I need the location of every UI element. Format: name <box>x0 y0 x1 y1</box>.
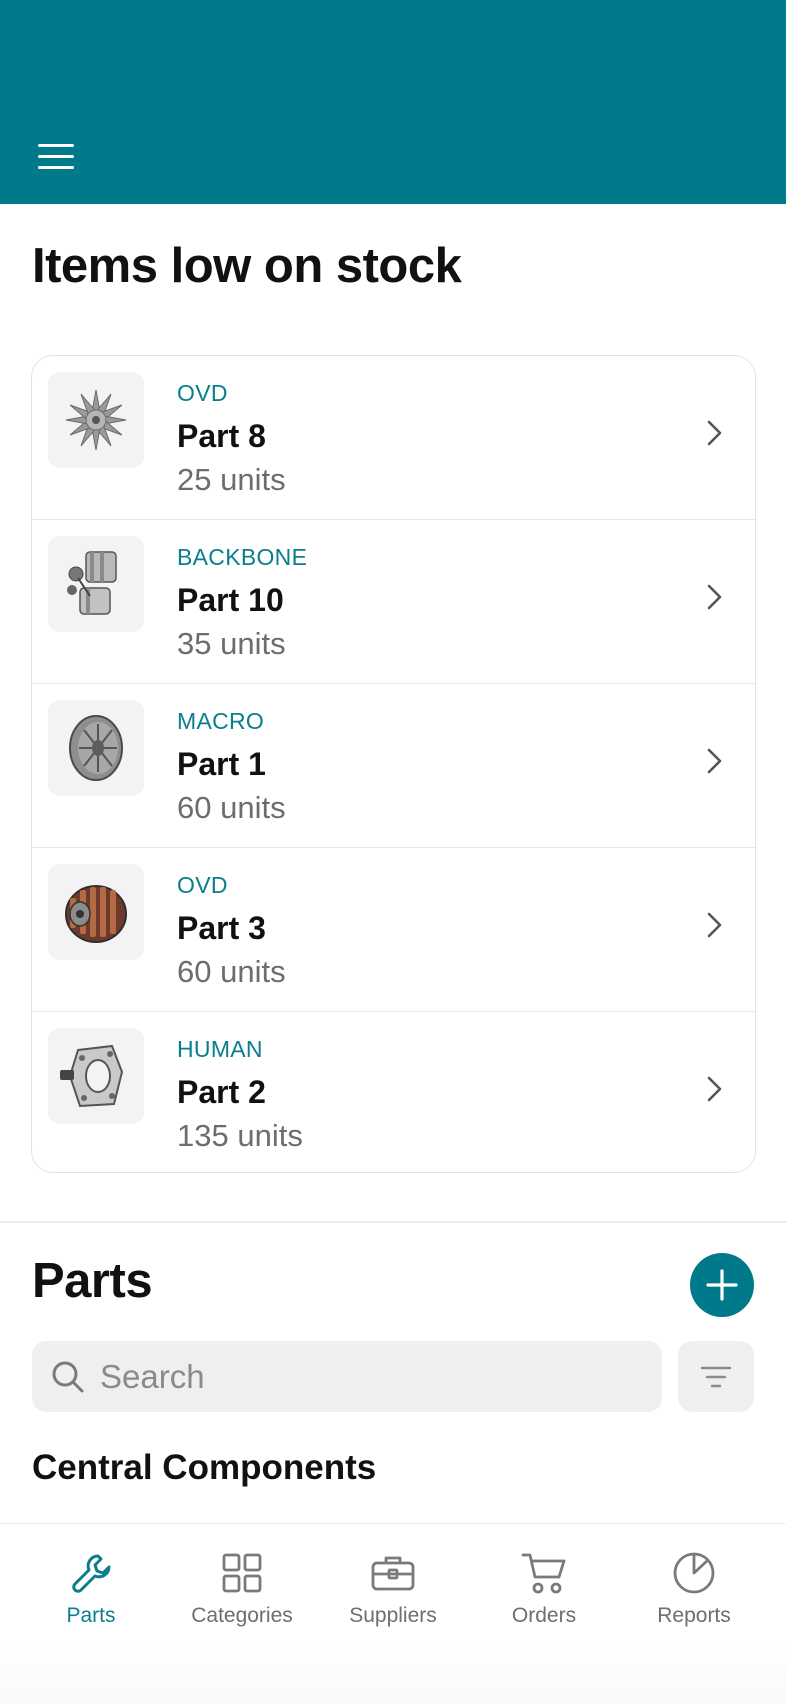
chevron-right-icon <box>707 420 722 446</box>
filter-icon <box>700 1366 732 1387</box>
list-item-text: MACRO Part 1 60 units <box>177 706 286 828</box>
search-bar <box>32 1341 662 1412</box>
chevron-right-icon <box>707 748 722 774</box>
list-item-text: OVD Part 3 60 units <box>177 870 286 992</box>
search-input[interactable] <box>100 1357 640 1396</box>
item-name: Part 1 <box>177 746 266 782</box>
cart-icon <box>521 1553 566 1594</box>
item-category: OVD <box>177 872 228 898</box>
top-app-bar <box>0 0 786 204</box>
low-stock-item-part-1[interactable]: MACRO Part 1 60 units <box>32 684 755 848</box>
nav-label: Reports <box>657 1604 731 1627</box>
item-name: Part 2 <box>177 1074 266 1110</box>
filter-button[interactable] <box>678 1341 754 1412</box>
list-item-text: OVD Part 8 25 units <box>177 378 286 500</box>
nav-label: Categories <box>191 1604 293 1627</box>
chevron-right-icon <box>707 912 722 938</box>
low-stock-item-part-10[interactable]: BACKBONE Part 10 35 units <box>32 520 755 684</box>
item-units: 60 units <box>177 790 286 825</box>
section-divider <box>0 1221 786 1223</box>
add-part-button[interactable] <box>690 1253 754 1317</box>
search-icon <box>52 1361 84 1392</box>
motor-assembly-icon <box>48 536 144 632</box>
item-category: MACRO <box>177 708 265 734</box>
nav-parts[interactable]: Parts <box>21 1550 161 1628</box>
item-units: 135 units <box>177 1118 303 1153</box>
nav-label: Suppliers <box>349 1604 437 1627</box>
nav-categories[interactable]: Categories <box>172 1550 312 1628</box>
bracket-part-icon <box>48 1028 144 1124</box>
low-stock-item-part-2[interactable]: HUMAN Part 2 135 units <box>32 1012 755 1172</box>
list-item-text: BACKBONE Part 10 35 units <box>177 542 307 664</box>
chevron-right-icon <box>707 584 722 610</box>
nav-suppliers[interactable]: Suppliers <box>323 1550 463 1628</box>
nav-label: Orders <box>511 1604 577 1627</box>
item-name: Part 8 <box>177 418 266 454</box>
item-category: BACKBONE <box>177 544 308 570</box>
list-item-text: HUMAN Part 2 135 units <box>177 1034 303 1156</box>
item-name: Part 3 <box>177 910 266 946</box>
chevron-right-icon <box>707 1076 722 1102</box>
item-name: Part 10 <box>177 582 284 618</box>
item-units: 35 units <box>177 626 286 661</box>
parts-group-title: Central Components <box>32 1448 377 1487</box>
plus-icon <box>706 1269 738 1301</box>
grid-icon <box>222 1553 262 1593</box>
low-stock-list: OVD Part 8 25 units BACKBONE Part 10 35 … <box>31 355 756 1173</box>
nav-reports[interactable]: Reports <box>624 1550 764 1628</box>
parts-title: Parts <box>32 1254 153 1308</box>
bottom-navigation: Parts Categories Suppliers Orders Report… <box>0 1523 786 1704</box>
rotor-part-icon <box>48 864 144 960</box>
wrench-icon <box>72 1554 111 1593</box>
app-screen: Items low on stock OVD Part 8 25 units B… <box>0 0 786 1704</box>
item-category: HUMAN <box>177 1036 263 1062</box>
item-units: 25 units <box>177 462 286 497</box>
disc-part-icon <box>48 700 144 796</box>
nav-label: Parts <box>66 1604 116 1627</box>
item-category: OVD <box>177 380 228 406</box>
low-stock-item-part-3[interactable]: OVD Part 3 60 units <box>32 848 755 1012</box>
pie-chart-icon <box>673 1552 715 1594</box>
low-stock-item-part-8[interactable]: OVD Part 8 25 units <box>32 356 755 520</box>
toolbox-icon <box>371 1556 415 1591</box>
hamburger-menu-icon[interactable] <box>30 136 82 176</box>
item-units: 60 units <box>177 954 286 989</box>
low-stock-title: Items low on stock <box>32 239 462 293</box>
nav-orders[interactable]: Orders <box>474 1550 614 1628</box>
fan-part-icon <box>48 372 144 468</box>
